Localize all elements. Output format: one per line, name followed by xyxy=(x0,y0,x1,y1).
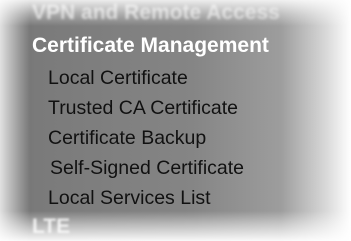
menu-section-vpn-remote-access[interactable]: VPN and Remote Access xyxy=(32,1,280,25)
menu-item-local-certificate[interactable]: Local Certificate xyxy=(48,67,188,90)
menu-section-certificate-management[interactable]: Certificate Management xyxy=(32,34,269,58)
menu-item-self-signed-certificate[interactable]: Self-Signed Certificate xyxy=(50,157,244,180)
menu-item-certificate-backup[interactable]: Certificate Backup xyxy=(48,127,206,150)
menu-item-local-services-list[interactable]: Local Services List xyxy=(48,187,211,210)
menu-section-lte[interactable]: LTE xyxy=(32,215,70,239)
menu-item-trusted-ca-certificate[interactable]: Trusted CA Certificate xyxy=(48,97,238,120)
sidebar-menu: VPN and Remote Access Certificate Manage… xyxy=(0,0,351,241)
left-fade-overlay xyxy=(0,0,30,241)
